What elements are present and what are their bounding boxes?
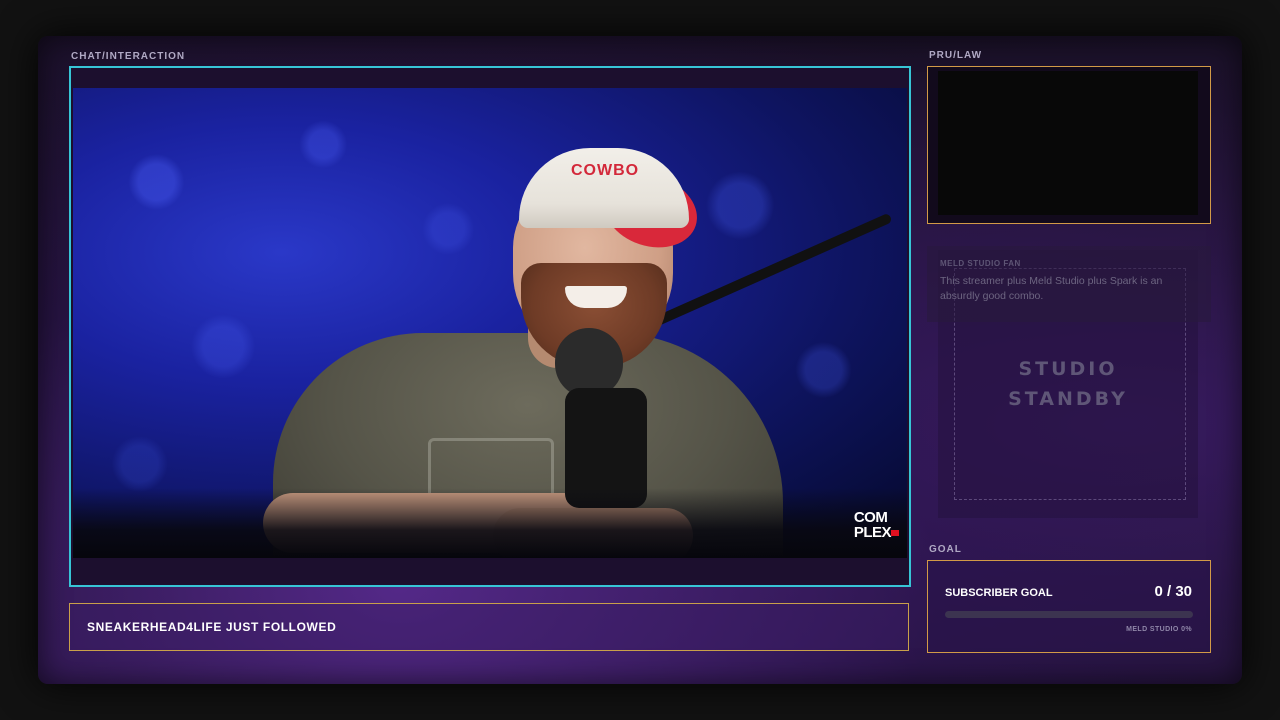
main-video-panel: COWBO COM PLEX: [69, 66, 911, 587]
complex-logo: COM PLEX: [854, 510, 899, 540]
goal-title: SUBSCRIBER GOAL: [945, 587, 1053, 599]
goal-label: GOAL: [929, 544, 962, 555]
standby-line-2: STANDBY: [1008, 388, 1128, 410]
chat-interaction-label: CHAT/INTERACTION: [71, 51, 186, 62]
cap-lettering: COWBO: [571, 162, 640, 179]
goal-footer: MELD STUDIO 0%: [1126, 626, 1192, 633]
chat-message-text: This streamer plus Meld Studio plus Spar…: [940, 275, 1163, 302]
follow-alert-bar: SNEAKERHEAD4LIFE JUST FOLLOWED: [69, 603, 909, 651]
chat-author: MELD STUDIO FAN: [940, 259, 1021, 268]
subscriber-goal-widget: SUBSCRIBER GOAL 0 / 30 MELD STUDIO 0%: [927, 560, 1211, 653]
goal-count: 0 / 30: [1154, 583, 1192, 600]
follow-alert-text: SNEAKERHEAD4LIFE JUST FOLLOWED: [87, 620, 337, 634]
table-shadow: [73, 488, 907, 558]
pru-law-label: PRU/LAW: [929, 50, 983, 61]
goal-progress-track: [945, 611, 1193, 618]
streamer-smile: [565, 286, 627, 308]
webcam-feed: COWBO COM PLEX: [73, 88, 907, 558]
standby-line-1: STUDIO: [1018, 358, 1118, 380]
pru-law-panel: [927, 66, 1211, 224]
pru-law-video-slot: [938, 71, 1198, 215]
chat-message-card: MELD STUDIO FAN This streamer plus Meld …: [927, 246, 1211, 322]
